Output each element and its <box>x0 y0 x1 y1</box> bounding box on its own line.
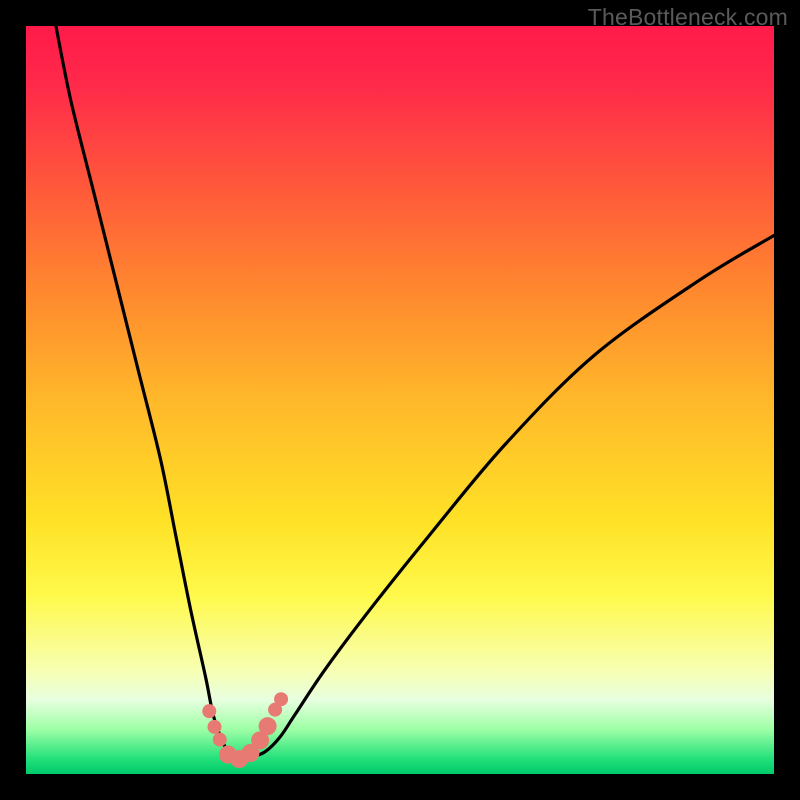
bottleneck-curve <box>56 26 774 759</box>
watermark-text: TheBottleneck.com <box>588 4 788 31</box>
highlight-dot <box>274 692 288 706</box>
highlight-dots <box>202 692 288 768</box>
highlight-dot <box>202 704 216 718</box>
highlight-dot <box>259 717 277 735</box>
bottleneck-curve-svg <box>26 26 774 774</box>
chart-plot-area <box>26 26 774 774</box>
highlight-dot <box>207 720 221 734</box>
highlight-dot <box>213 733 227 747</box>
